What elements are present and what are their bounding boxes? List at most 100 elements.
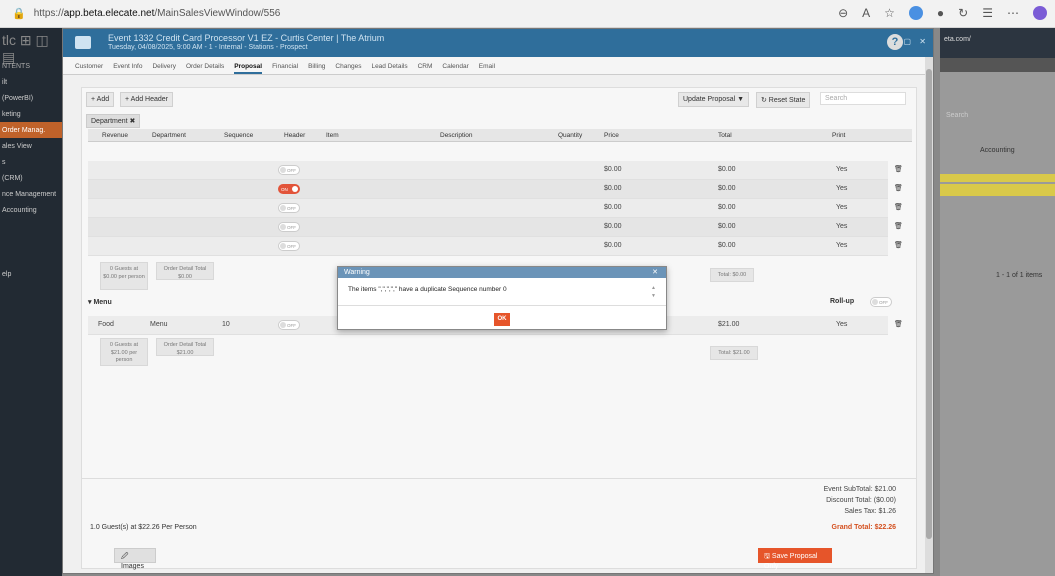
tab-crm[interactable]: CRM	[418, 63, 433, 74]
images-button[interactable]: 🖉 Images	[114, 548, 156, 570]
tab-delivery[interactable]: Delivery	[152, 63, 175, 74]
sidebar-item[interactable]: s	[0, 154, 62, 170]
extension-icon[interactable]: ●	[937, 6, 944, 20]
table-row[interactable]: ON $0.00 $0.00 Yes 🗑	[88, 180, 903, 199]
column-department[interactable]: Department	[152, 132, 186, 139]
column-item[interactable]: Item	[326, 132, 339, 139]
column-header[interactable]: Header	[284, 132, 305, 139]
column-sequence[interactable]: Sequence	[224, 132, 253, 139]
tab-customer[interactable]: Customer	[75, 63, 103, 74]
add-header-button[interactable]: + Add Header	[120, 92, 174, 107]
column-total[interactable]: Total	[718, 132, 732, 139]
column-revenue[interactable]: Revenue	[102, 132, 128, 139]
column-price[interactable]: Price	[604, 132, 619, 139]
toggle-state: OFF	[287, 225, 296, 230]
delete-row-icon[interactable]: 🗑	[894, 320, 903, 328]
delete-row-icon[interactable]: 🗑	[894, 222, 903, 230]
header-toggle[interactable]: OFF	[278, 241, 300, 251]
print-select[interactable]: Yes	[836, 204, 847, 211]
tab-proposal[interactable]: Proposal	[234, 63, 263, 74]
update-proposal-button[interactable]: Update Proposal ▼	[678, 92, 750, 107]
total-cell: $21.00	[718, 321, 740, 328]
tab-calendar[interactable]: Calendar	[442, 63, 468, 74]
save-proposal-button[interactable]: 🖫 Save Proposal Only	[758, 548, 832, 570]
sidebar-item[interactable]: (PowerBI)	[0, 90, 62, 106]
department-filter-chip[interactable]: Department ✖	[86, 114, 141, 128]
toggle-knob	[280, 224, 286, 230]
app-logo: tlc ⊞ ◫ ▤	[2, 32, 49, 65]
background-pagination: 1 - 1 of 1 items	[996, 272, 1043, 279]
table-row[interactable]: OFF $0.00 $0.00 Yes 🗑	[88, 161, 903, 180]
add-button[interactable]: + Add	[86, 92, 115, 107]
search-input[interactable]: Search	[820, 92, 906, 105]
guest-per-person: 1.0 Guest(s) at $22.26 Per Person	[90, 524, 197, 531]
refresh-icon[interactable]: ↻	[958, 6, 968, 20]
background-app: eta.com/ Search Accounting 1 - 1 of 1 it…	[940, 28, 1055, 576]
print-select[interactable]: Yes	[836, 223, 847, 230]
print-select[interactable]: Yes	[836, 321, 847, 328]
browser-icons: ⊖ A ☆ ● ↻ ☰ ⋯	[838, 6, 1047, 20]
background-app-header: eta.com/	[940, 28, 1055, 58]
sidebar-item-active[interactable]: Order Manag.	[0, 122, 62, 138]
scrollbar-thumb[interactable]	[926, 69, 932, 539]
sidebar-item[interactable]: elp	[0, 266, 62, 282]
zoom-icon[interactable]: ⊖	[838, 6, 848, 20]
sidebar-item[interactable]: ilt	[0, 74, 62, 90]
table-row[interactable]: OFF $0.00 $0.00 Yes 🗑	[88, 199, 903, 218]
header-toggle[interactable]: OFF	[278, 320, 300, 330]
address-bar[interactable]: 🔒 https://app.beta.elecate.net/MainSales…	[12, 7, 280, 20]
sidebar-item[interactable]: nce Management	[0, 186, 62, 202]
reset-state-button[interactable]: ↻ Reset State	[756, 92, 811, 108]
column-print[interactable]: Print	[832, 132, 845, 139]
tab-financial[interactable]: Financial	[272, 63, 298, 74]
favorites-bar-icon[interactable]: ☰	[982, 6, 993, 20]
column-description[interactable]: Description	[440, 132, 473, 139]
dialog-scroll-arrows[interactable]: ▲ ▼	[651, 284, 656, 300]
print-select[interactable]: Yes	[836, 166, 847, 173]
ok-button[interactable]: OK	[494, 313, 510, 326]
table-row[interactable]: OFF $0.00 $0.00 Yes 🗑	[88, 237, 903, 256]
toggle-knob	[280, 167, 286, 173]
header-toggle[interactable]: ON	[278, 184, 300, 194]
dialog-title: Warning	[344, 269, 370, 276]
tab-billing[interactable]: Billing	[308, 63, 325, 74]
sidebar-item[interactable]: keting	[0, 106, 62, 122]
tab-changes[interactable]: Changes	[335, 63, 361, 74]
close-icon[interactable]: ✕	[652, 268, 658, 276]
tab-email[interactable]: Email	[479, 63, 495, 74]
profile-icon[interactable]	[908, 6, 923, 20]
tab-event-info[interactable]: Event Info	[113, 63, 142, 74]
copilot-icon[interactable]	[1033, 6, 1047, 20]
delete-row-icon[interactable]: 🗑	[894, 165, 903, 173]
window-title: Event 1332 Credit Card Processor V1 EZ -…	[108, 33, 385, 43]
sidebar-item[interactable]: Accounting	[0, 202, 62, 218]
total-cell: $0.00	[718, 242, 736, 249]
price-cell: $0.00	[604, 185, 622, 192]
header-toggle[interactable]: OFF	[278, 165, 300, 175]
favorite-icon[interactable]: ☆	[884, 6, 895, 20]
window-controls[interactable]: – ▢ ✕	[891, 37, 929, 46]
delete-row-icon[interactable]: 🗑	[894, 241, 903, 249]
tab-order-details[interactable]: Order Details	[186, 63, 224, 74]
window-header: Event 1332 Credit Card Processor V1 EZ -…	[63, 29, 933, 57]
scroll-down-icon[interactable]: ▼	[651, 292, 656, 300]
sidebar-item[interactable]: ales View	[0, 138, 62, 154]
url-path: /MainSalesViewWindow/556	[154, 8, 281, 19]
table-row[interactable]: OFF $0.00 $0.00 Yes 🗑	[88, 218, 903, 237]
column-quantity[interactable]: Quantity	[558, 132, 582, 139]
print-select[interactable]: Yes	[836, 242, 847, 249]
tab-lead-details[interactable]: Lead Details	[371, 63, 407, 74]
print-select[interactable]: Yes	[836, 185, 847, 192]
background-highlight-row	[940, 174, 1055, 182]
toggle-state: OFF	[287, 206, 296, 211]
delete-row-icon[interactable]: 🗑	[894, 203, 903, 211]
rollup-toggle[interactable]: OFF	[870, 297, 892, 307]
sidebar-item[interactable]: (CRM)	[0, 170, 62, 186]
delete-row-icon[interactable]: 🗑	[894, 184, 903, 192]
header-toggle[interactable]: OFF	[278, 203, 300, 213]
read-aloud-icon[interactable]: A	[862, 6, 870, 20]
window-scrollbar[interactable]	[925, 57, 933, 573]
header-toggle[interactable]: OFF	[278, 222, 300, 232]
more-icon[interactable]: ⋯	[1007, 6, 1019, 20]
scroll-up-icon[interactable]: ▲	[651, 284, 656, 292]
